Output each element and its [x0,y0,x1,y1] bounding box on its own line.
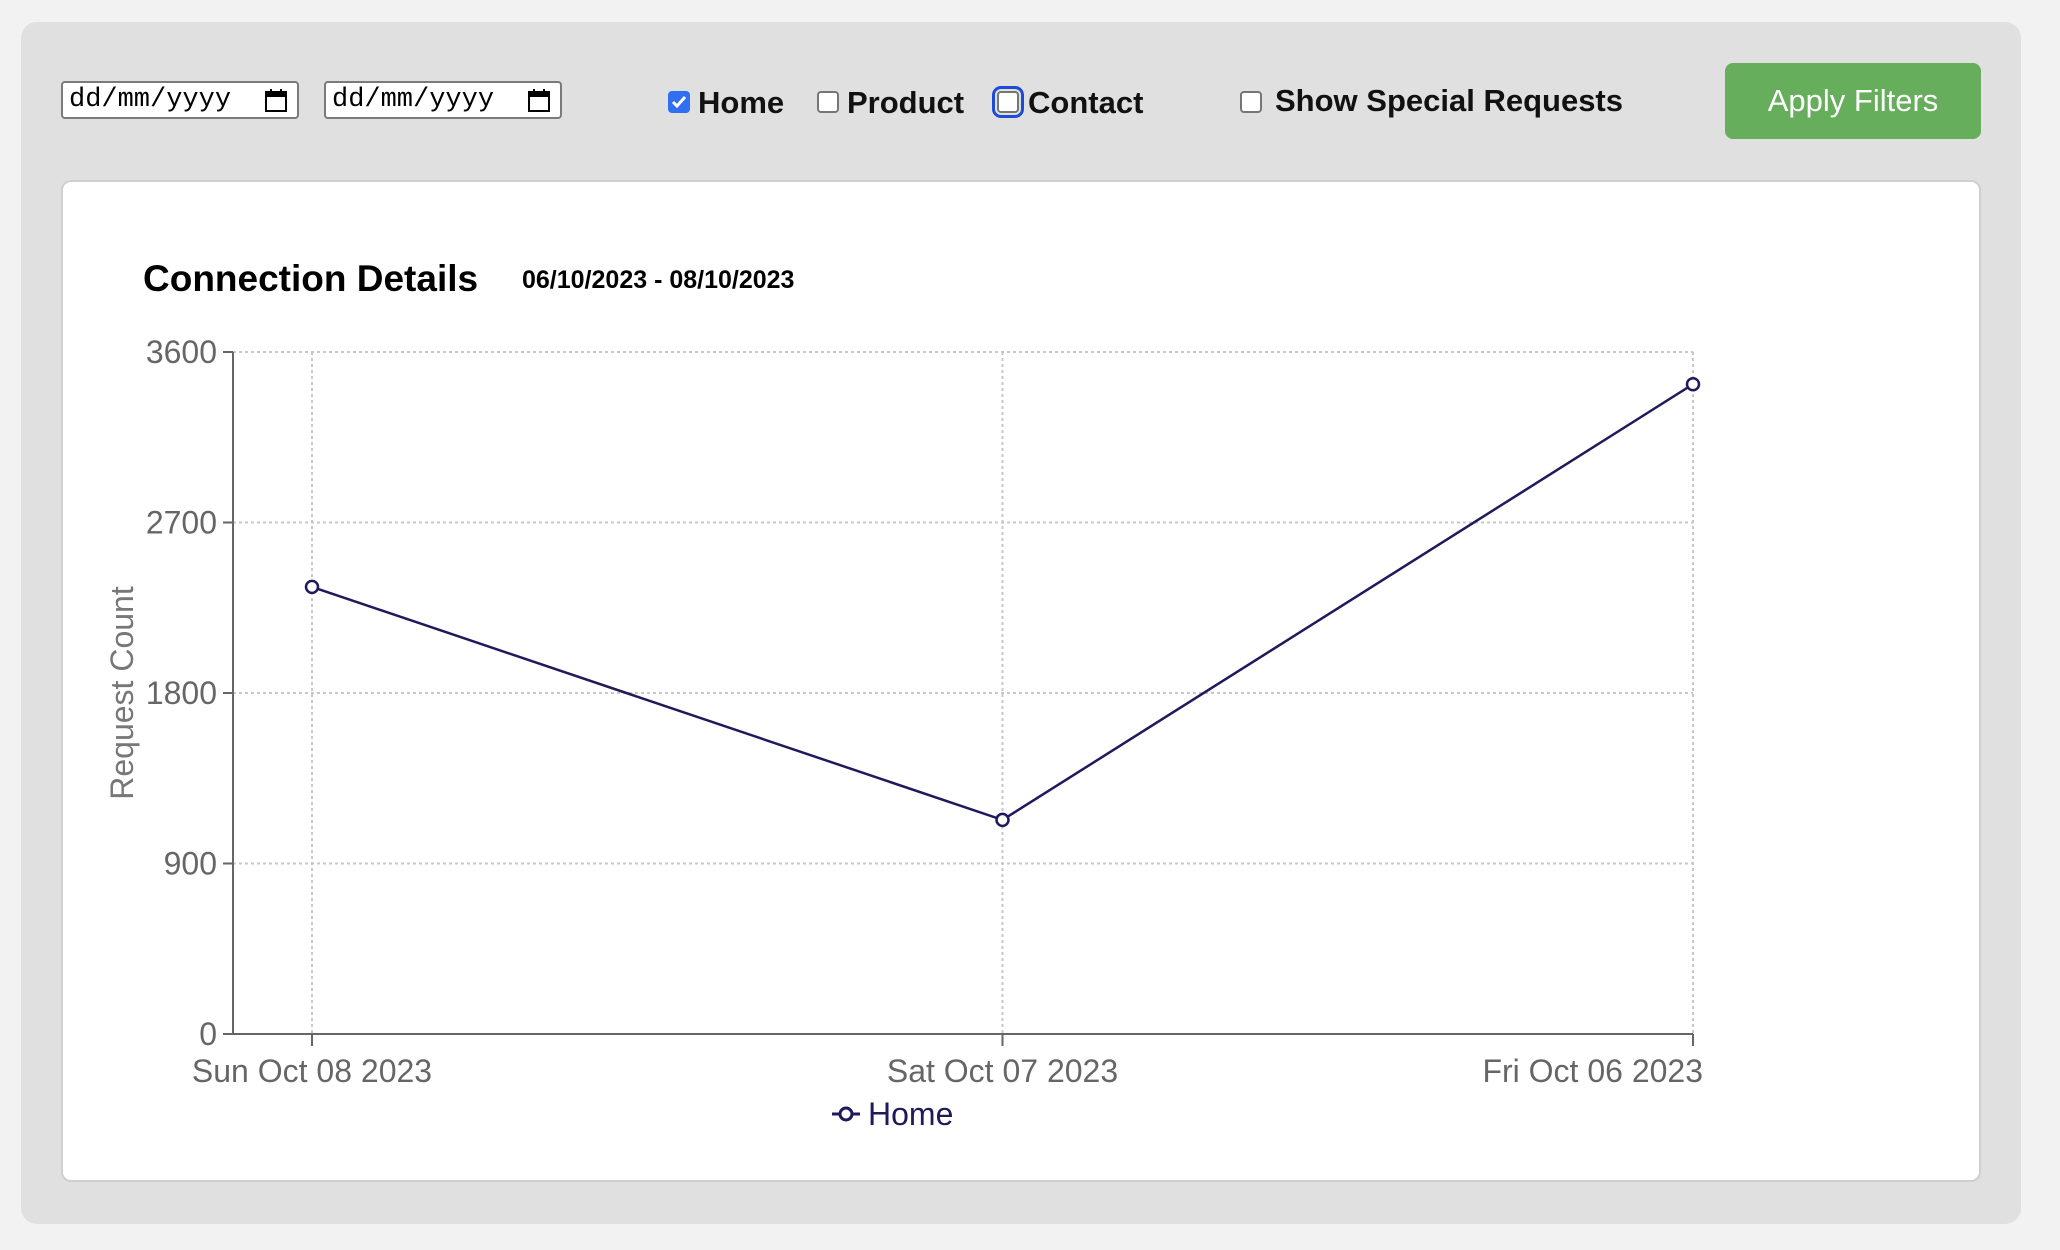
y-axis-label: Request Count [104,586,140,800]
line-chart: 0 900 1800 2700 3600 Sun Oct 08 2023 Sat Oct 0… [104,334,1703,1132]
x-tick-label: Sat Oct 07 2023 [887,1053,1118,1089]
y-tick-label: 2700 [146,505,217,541]
y-tick-label: 0 [199,1016,217,1052]
y-tick-label: 1800 [146,675,217,711]
y-tick-label: 900 [164,846,217,882]
x-tick-label: Sun Oct 08 2023 [192,1053,432,1089]
data-point [995,812,1010,828]
legend-label: Home [868,1096,953,1132]
x-tick-label: Fri Oct 06 2023 [1482,1053,1703,1089]
y-tick-label: 3600 [146,334,217,370]
data-point [1685,376,1701,392]
legend-marker-icon [838,1106,854,1122]
data-point [304,579,320,595]
